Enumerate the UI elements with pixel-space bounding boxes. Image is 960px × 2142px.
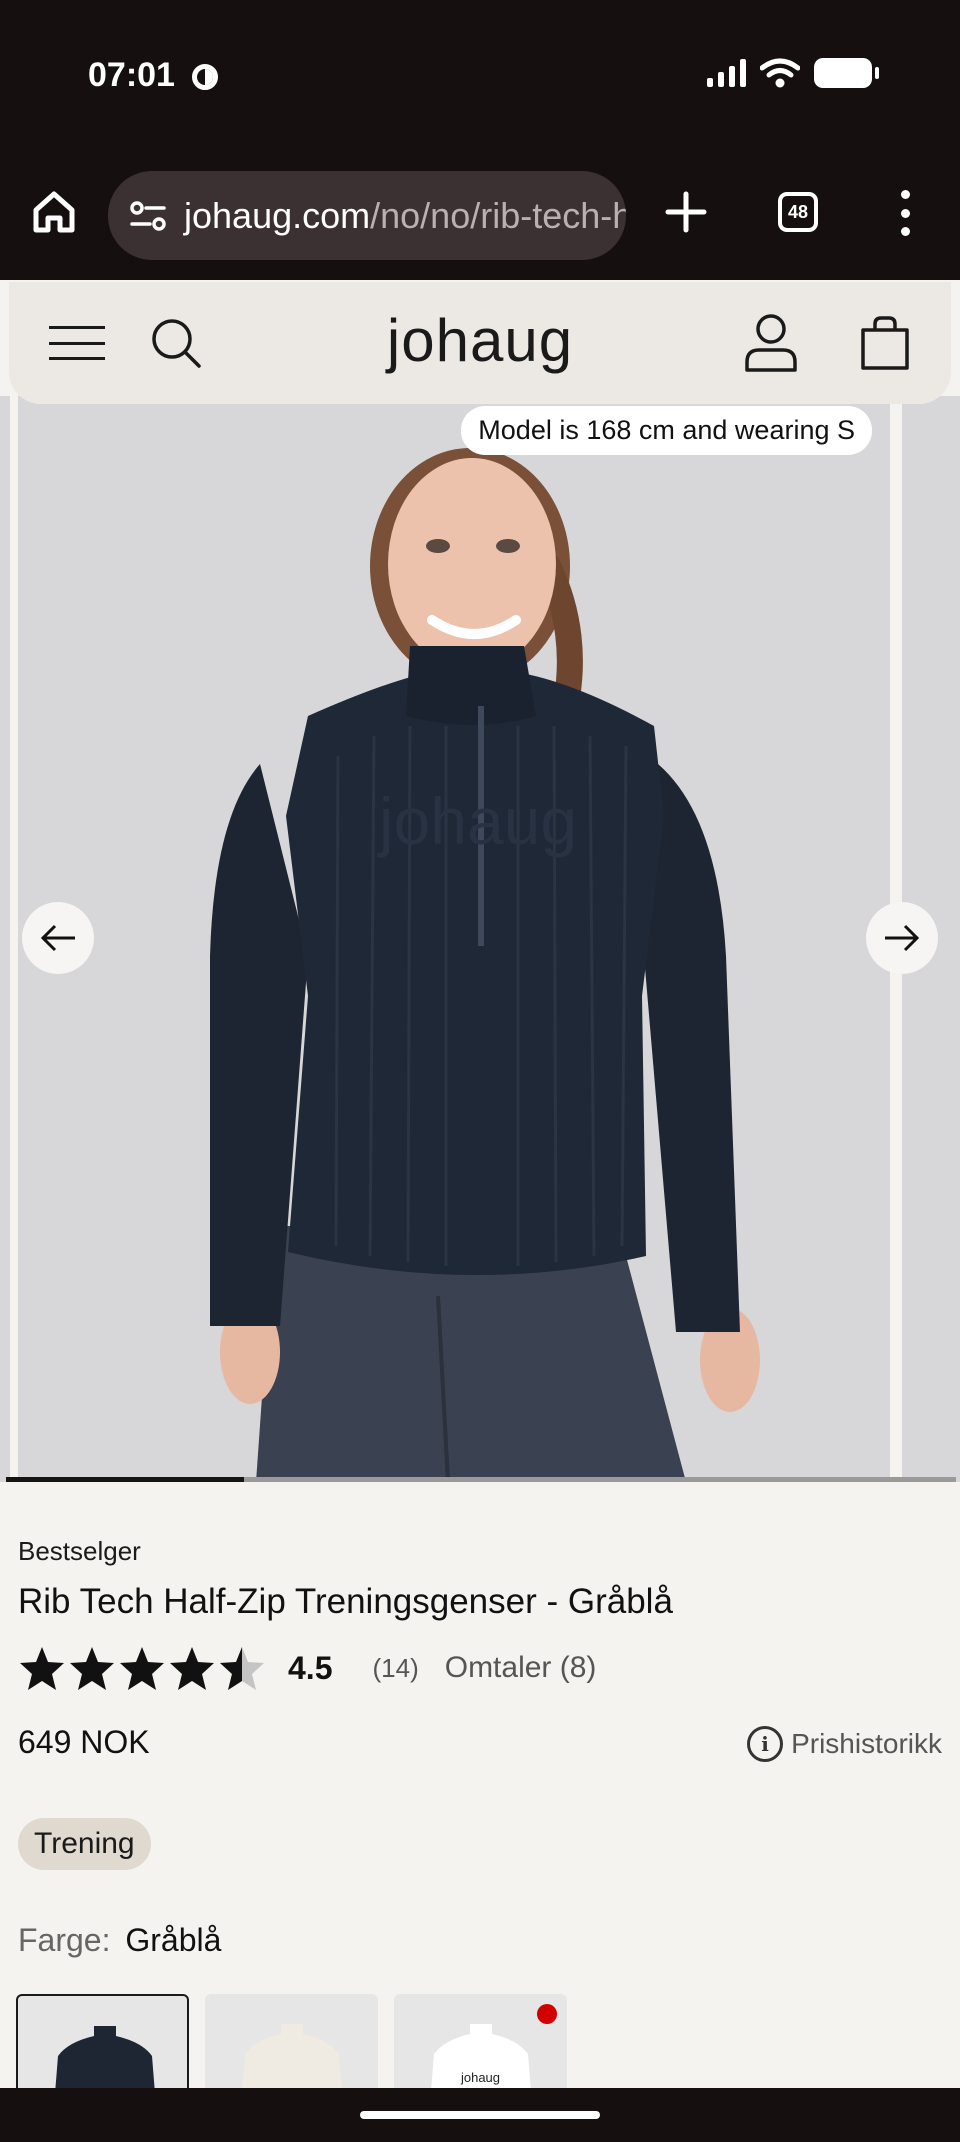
site-logo[interactable]: johaug bbox=[9, 306, 951, 375]
data-saver-icon bbox=[192, 64, 218, 90]
star-icon bbox=[120, 1647, 164, 1690]
rating-value: 4.5 bbox=[288, 1649, 333, 1686]
product-gallery[interactable]: johaug Model is 168 cm and wearing S bbox=[0, 396, 960, 1482]
model-size-note: Model is 168 cm and wearing S bbox=[461, 406, 872, 455]
url-text: johaug.com/no/no/rib-tech-half-zip-treni… bbox=[184, 195, 626, 237]
browser-menu-icon[interactable] bbox=[896, 190, 914, 236]
product-price: 649 NOK bbox=[18, 1724, 150, 1760]
gallery-progress-fill bbox=[6, 1477, 244, 1482]
category-chip[interactable]: Trening bbox=[18, 1818, 151, 1870]
star-icon bbox=[170, 1647, 214, 1690]
previous-slide-edge bbox=[0, 396, 10, 1482]
status-time: 07:01 bbox=[88, 56, 175, 94]
new-indicator-dot bbox=[537, 2004, 557, 2024]
gallery-progress-bar bbox=[6, 1477, 956, 1482]
star-half-icon bbox=[220, 1647, 264, 1690]
wifi-icon bbox=[760, 58, 800, 88]
status-bar: 07:01 bbox=[0, 0, 960, 160]
site-header: johaug bbox=[9, 282, 951, 404]
shopping-bag-icon[interactable] bbox=[857, 314, 913, 372]
browser-toolbar: johaug.com/no/no/rib-tech-half-zip-treni… bbox=[0, 160, 960, 280]
address-bar[interactable]: johaug.com/no/no/rib-tech-half-zip-treni… bbox=[108, 171, 626, 260]
color-value: Gråblå bbox=[125, 1922, 222, 1958]
site-settings-icon[interactable] bbox=[128, 196, 168, 236]
product-image[interactable]: johaug Model is 168 cm and wearing S bbox=[18, 396, 890, 1482]
bestseller-badge: Bestselger bbox=[18, 1536, 141, 1566]
arrow-left-icon bbox=[40, 924, 75, 952]
signal-icon bbox=[707, 59, 746, 87]
home-icon[interactable] bbox=[28, 186, 80, 238]
next-image-button[interactable] bbox=[866, 902, 938, 974]
account-icon[interactable] bbox=[743, 312, 799, 374]
tab-switcher-button[interactable]: 48 bbox=[778, 192, 818, 232]
price-history-label: Prishistorikk bbox=[791, 1728, 942, 1759]
model-photo: johaug bbox=[210, 448, 760, 1482]
url-domain: johaug.com bbox=[184, 194, 371, 236]
color-row: Farge: Gråblå bbox=[18, 1922, 221, 1959]
star-icon bbox=[70, 1647, 114, 1690]
info-icon: i bbox=[747, 1726, 784, 1762]
battery-icon bbox=[814, 58, 879, 88]
rating-stars bbox=[18, 1644, 266, 1692]
product-title: Rib Tech Half-Zip Treningsgenser - Gråbl… bbox=[18, 1582, 673, 1621]
shirt-print: johaug bbox=[377, 784, 577, 858]
system-nav-bar bbox=[0, 2088, 960, 2142]
status-icons bbox=[707, 58, 879, 88]
rating-count: (14) bbox=[372, 1652, 419, 1683]
star-icon bbox=[20, 1647, 64, 1690]
reviews-link[interactable]: Omtaler (8) bbox=[445, 1651, 597, 1685]
rating-row[interactable]: 4.5 (14) Omtaler (8) bbox=[18, 1642, 596, 1694]
previous-image-button[interactable] bbox=[22, 902, 94, 974]
swatch-logo: johaug bbox=[460, 2070, 501, 2085]
home-gesture-handle[interactable] bbox=[360, 2111, 600, 2119]
arrow-right-icon bbox=[885, 924, 920, 952]
price-history-button[interactable]: i Prishistorikk bbox=[747, 1726, 942, 1762]
new-tab-icon[interactable] bbox=[664, 190, 708, 234]
url-path: /no/no/rib-tech-half-zip-treningsgenser-… bbox=[370, 194, 626, 236]
color-label: Farge: bbox=[18, 1922, 111, 1958]
